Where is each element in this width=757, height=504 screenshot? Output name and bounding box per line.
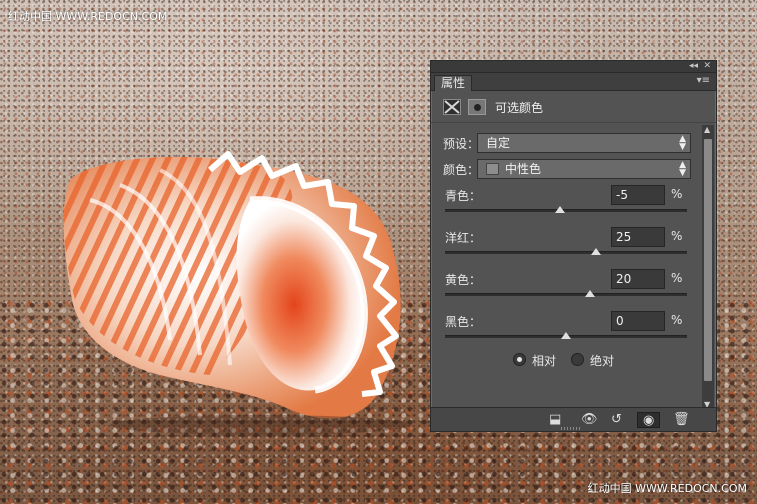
radio-relative[interactable]: 相对 bbox=[513, 351, 573, 369]
color-swatch bbox=[486, 163, 499, 175]
percent-unit: % bbox=[671, 187, 683, 201]
slider-value-input[interactable]: 20 bbox=[611, 269, 665, 289]
collapse-icon[interactable]: ◂◂ bbox=[689, 61, 698, 72]
panel-menu-icon[interactable]: ▾≡ bbox=[697, 75, 710, 86]
properties-panel: ◂◂ ✕ 属性 ▾≡ 可选颜色 ▲ ▼ 预设： 自定 ▲ ▼ 颜色： 中性色 ▲… bbox=[430, 60, 717, 432]
preset-label: 预设： bbox=[443, 137, 480, 151]
panel-tab-row: 属性 ▾≡ bbox=[431, 73, 716, 91]
close-icon[interactable]: ✕ bbox=[703, 61, 711, 72]
percent-unit: % bbox=[671, 313, 683, 327]
colors-select[interactable]: 中性色 ▲ ▼ bbox=[477, 159, 691, 179]
method-radio-group: 相对 绝对 bbox=[513, 351, 663, 369]
slider-label: 黑色： bbox=[445, 315, 482, 329]
radio-dot-selected[interactable] bbox=[513, 353, 526, 366]
view-previous-icon[interactable]: 👁 bbox=[581, 412, 598, 428]
preset-value: 自定 bbox=[486, 136, 511, 150]
slider-track[interactable] bbox=[445, 248, 687, 255]
preset-select[interactable]: 自定 ▲ ▼ bbox=[477, 133, 691, 153]
radio-absolute[interactable]: 绝对 bbox=[571, 351, 631, 369]
slider-thumb[interactable] bbox=[585, 290, 596, 297]
radio-label: 相对 bbox=[532, 354, 557, 368]
adjustment-title: 可选颜色 bbox=[495, 101, 544, 115]
seashell-image bbox=[63, 151, 410, 435]
slider-thumb[interactable] bbox=[554, 206, 565, 213]
slider-value-input[interactable]: -5 bbox=[611, 185, 665, 205]
panel-titlebar[interactable]: ◂◂ ✕ bbox=[431, 61, 716, 73]
resize-grip[interactable] bbox=[561, 427, 581, 430]
select-arrows-icon: ▲ ▼ bbox=[679, 160, 686, 178]
slider-track[interactable] bbox=[445, 206, 687, 213]
adjustment-header: 可选颜色 bbox=[431, 91, 716, 123]
colors-value: 中性色 bbox=[505, 162, 542, 176]
reset-icon[interactable]: ↺ bbox=[611, 412, 622, 428]
clip-to-layer-icon[interactable]: ⬓ bbox=[549, 412, 561, 428]
slider-thumb[interactable] bbox=[591, 248, 602, 255]
slider-thumb[interactable] bbox=[561, 332, 571, 339]
select-arrows-icon: ▲ ▼ bbox=[679, 134, 686, 152]
radio-label: 绝对 bbox=[590, 354, 615, 368]
watermark-bottom: 红动中国 WWW.REDOCN.COM bbox=[587, 482, 747, 495]
trash-icon[interactable]: 🗑 bbox=[673, 412, 690, 428]
layer-mask-icon[interactable] bbox=[468, 99, 486, 115]
scroll-thumb[interactable] bbox=[704, 139, 712, 381]
slider-value-input[interactable]: 25 bbox=[611, 227, 665, 247]
panel-body: ▲ ▼ 预设： 自定 ▲ ▼ 颜色： 中性色 ▲ ▼ 青色： -5 % 洋红： 25… bbox=[431, 123, 716, 409]
slider-value-input[interactable]: 0 bbox=[611, 311, 665, 331]
selective-color-icon[interactable] bbox=[443, 99, 461, 115]
visibility-icon[interactable]: ◉ bbox=[637, 412, 661, 428]
panel-footer: ⬓ 👁 ↺ ◉ 🗑 bbox=[431, 407, 716, 431]
percent-unit: % bbox=[671, 271, 683, 285]
watermark-top: 红动中国 WWW.REDOCN.COM bbox=[8, 10, 168, 23]
scrollbar[interactable]: ▲ ▼ bbox=[702, 125, 714, 409]
tab-properties[interactable]: 属性 bbox=[434, 75, 473, 91]
percent-unit: % bbox=[671, 229, 683, 243]
radio-dot[interactable] bbox=[571, 353, 584, 366]
slider-label: 青色： bbox=[445, 189, 482, 203]
slider-label: 洋红： bbox=[445, 231, 482, 245]
slider-track[interactable] bbox=[445, 332, 687, 339]
slider-label: 黄色： bbox=[445, 273, 482, 287]
scroll-up-icon[interactable]: ▲ bbox=[704, 125, 710, 134]
slider-track[interactable] bbox=[445, 290, 687, 297]
colors-label: 颜色： bbox=[443, 163, 480, 177]
